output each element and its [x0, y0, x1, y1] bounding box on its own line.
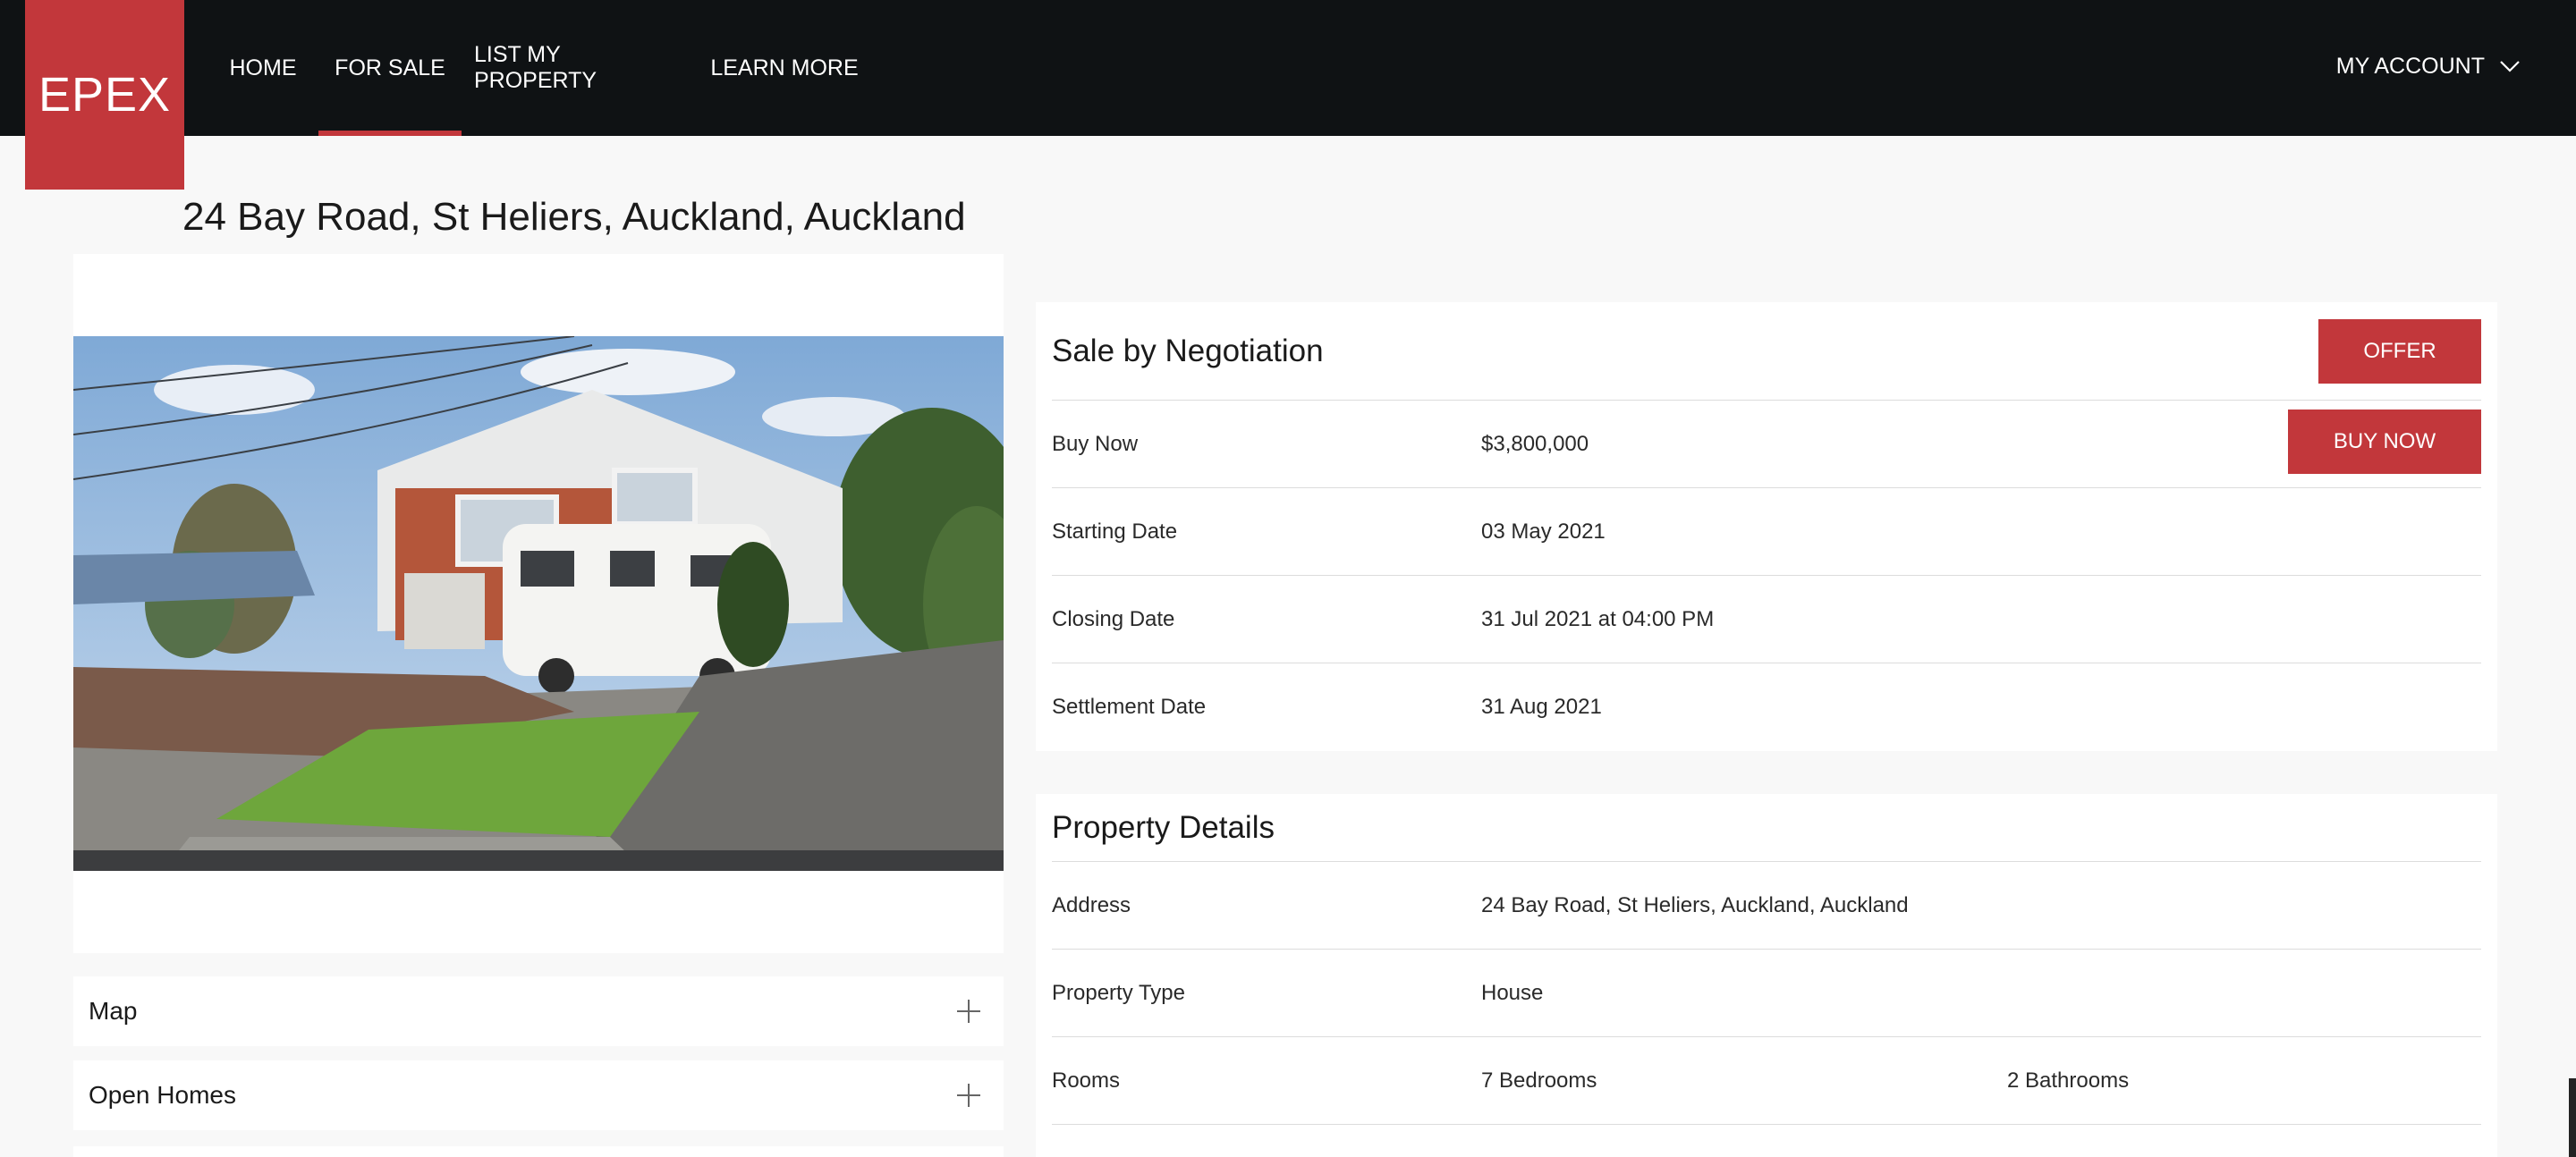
- house-photo-illustration: [73, 336, 1004, 871]
- map-panel[interactable]: Map: [73, 976, 1004, 1046]
- row-value: 31 Jul 2021 at 04:00 PM: [1481, 606, 1715, 631]
- nav-home[interactable]: HOME: [216, 0, 309, 136]
- offer-button[interactable]: OFFER: [2318, 318, 2481, 384]
- row-value: 31 Aug 2021: [1481, 695, 1602, 719]
- property-details-card: Property Details Address 24 Bay Road, St…: [1036, 794, 2497, 1157]
- open-homes-panel-label: Open Homes: [89, 1081, 236, 1109]
- row-label: Address: [1052, 892, 1131, 917]
- nav-for-sale-label: FOR SALE: [335, 55, 445, 80]
- sale-row-buy-now: Buy Now $3,800,000 BUY NOW: [1052, 401, 2481, 488]
- plus-icon[interactable]: [957, 1084, 980, 1107]
- row-label: Settlement Date: [1052, 695, 1207, 719]
- row-label: Starting Date: [1052, 519, 1178, 544]
- sale-card: Sale by Negotiation OFFER Buy Now $3,800…: [1036, 302, 2497, 751]
- sale-row-closing-date: Closing Date 31 Jul 2021 at 04:00 PM: [1052, 576, 2481, 663]
- details-row-address: Address 24 Bay Road, St Heliers, Aucklan…: [1052, 862, 2481, 950]
- bathrooms-value: 2 Bathrooms: [2007, 1068, 2130, 1093]
- sale-card-header: Sale by Negotiation OFFER: [1052, 302, 2481, 401]
- property-photo[interactable]: [73, 336, 1004, 871]
- sale-method-heading: Sale by Negotiation: [1052, 333, 1324, 368]
- details-row-property-type: Property Type House: [1052, 950, 2481, 1037]
- page-scrollbar-thumb[interactable]: [2569, 1078, 2576, 1157]
- row-value: 03 May 2021: [1481, 519, 1606, 544]
- details-row-rooms: Rooms 7 Bedrooms 2 Bathrooms: [1052, 1037, 2481, 1125]
- map-panel-label: Map: [89, 997, 138, 1025]
- open-homes-panel[interactable]: Open Homes: [73, 1060, 1004, 1130]
- nav-learn-more[interactable]: LEARN MORE: [707, 0, 862, 136]
- logo-text: EPEX: [38, 68, 172, 122]
- row-label: Closing Date: [1052, 606, 1175, 631]
- my-account-label: MY ACCOUNT: [2335, 53, 2485, 79]
- nav-list-my-property[interactable]: LIST MY PROPERTY: [474, 0, 682, 136]
- buy-now-button[interactable]: BUY NOW: [2288, 410, 2481, 474]
- row-label: Property Type: [1052, 980, 1185, 1005]
- nav-for-sale[interactable]: FOR SALE: [318, 0, 462, 136]
- nav-list-my-property-label: LIST MY PROPERTY: [474, 42, 597, 93]
- photo-gallery: [73, 254, 1004, 953]
- property-details-header: Property Details: [1052, 794, 2481, 862]
- nav-learn-more-label: LEARN MORE: [710, 55, 859, 80]
- sale-row-starting-date: Starting Date 03 May 2021: [1052, 488, 2481, 576]
- row-label: Buy Now: [1052, 431, 1139, 456]
- row-value: 24 Bay Road, St Heliers, Auckland, Auckl…: [1481, 892, 1909, 917]
- epex-logo[interactable]: EPEX: [25, 0, 184, 190]
- bedrooms-value: 7 Bedrooms: [1481, 1068, 1597, 1093]
- plus-icon[interactable]: [957, 1000, 980, 1023]
- row-value: House: [1481, 980, 1544, 1005]
- property-details-heading: Property Details: [1052, 809, 1275, 845]
- chevron-down-icon: [2499, 60, 2521, 72]
- sale-row-settlement-date: Settlement Date 31 Aug 2021: [1052, 663, 2481, 751]
- next-panel-edge: [73, 1146, 1004, 1157]
- top-navbar: HOME FOR SALE LIST MY PROPERTY LEARN MOR…: [0, 0, 2576, 136]
- nav-home-label: HOME: [229, 55, 297, 80]
- my-account-menu[interactable]: MY ACCOUNT: [2336, 0, 2521, 132]
- row-label: Rooms: [1052, 1068, 1121, 1093]
- page-title: 24 Bay Road, St Heliers, Auckland, Auckl…: [182, 195, 966, 239]
- row-value: $3,800,000: [1481, 431, 1589, 456]
